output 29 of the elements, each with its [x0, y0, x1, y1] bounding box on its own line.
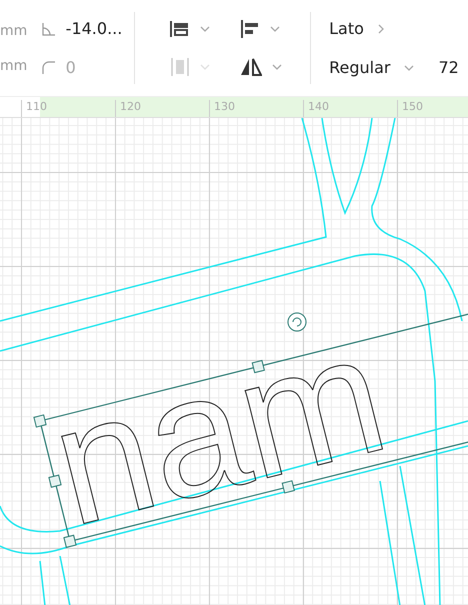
resize-handle[interactable] [282, 480, 295, 494]
chevron-down-icon [404, 64, 414, 70]
chevron-down-icon [270, 26, 280, 32]
unit-label: mm [0, 22, 28, 38]
ruler-label: 110 [21, 100, 47, 117]
align-left-icon [240, 20, 260, 38]
distribute-icon [170, 56, 190, 76]
chevron-down-icon [200, 64, 210, 70]
unit-label: mm [0, 58, 28, 74]
flip-icon [240, 58, 262, 76]
corner-radius-icon [42, 60, 56, 74]
rotate-handle[interactable] [288, 312, 306, 332]
font-size-field[interactable]: 72 [438, 58, 459, 77]
chevron-right-icon [378, 24, 384, 34]
chevron-down-icon [272, 64, 282, 70]
chevron-down-icon [200, 26, 210, 32]
ruler-label: 140 [303, 100, 329, 117]
align-icon [170, 20, 190, 38]
resize-handle[interactable] [63, 534, 77, 548]
canvas-text[interactable]: nam [35, 298, 402, 562]
ruler-label: 120 [115, 100, 141, 117]
font-style-dropdown[interactable]: Regular [329, 58, 414, 77]
resize-handle[interactable] [33, 414, 47, 428]
font-family-button[interactable]: Lato [329, 19, 384, 38]
ruler-label: 150 [397, 100, 423, 117]
rotation-field[interactable]: -14.0... [66, 19, 122, 38]
angle-icon [42, 22, 56, 36]
resize-handle[interactable] [48, 474, 62, 488]
ruler-label: 130 [209, 100, 235, 117]
